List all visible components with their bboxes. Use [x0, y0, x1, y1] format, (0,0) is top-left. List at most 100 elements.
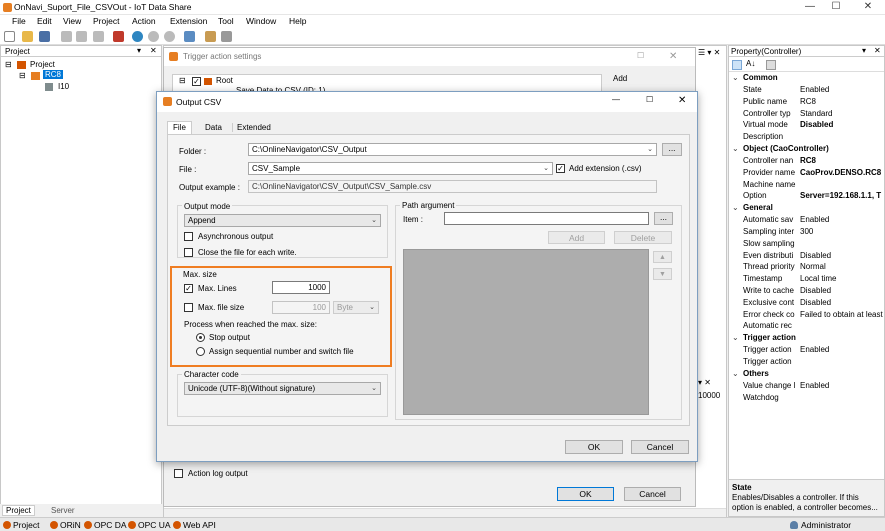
- trigger-ok-button[interactable]: OK: [557, 487, 614, 501]
- property-pin-icon[interactable]: ▾: [862, 46, 866, 55]
- trigger-cancel-button[interactable]: Cancel: [624, 487, 681, 501]
- max-lines-checkbox[interactable]: ✓: [184, 284, 193, 293]
- paste-icon[interactable]: [93, 31, 104, 42]
- status-project[interactable]: Project: [3, 520, 39, 530]
- minimize-icon[interactable]: —: [800, 1, 820, 12]
- property-row[interactable]: Description: [730, 132, 885, 144]
- menu-view[interactable]: View: [63, 16, 81, 26]
- record-icon[interactable]: [164, 31, 175, 42]
- property-row[interactable]: Automatic rec: [730, 321, 885, 333]
- property-row[interactable]: Controller nan RC8: [730, 156, 885, 168]
- status-opc-ua[interactable]: OPC UA: [128, 520, 171, 530]
- tab-project[interactable]: Project: [2, 505, 35, 516]
- property-pages-icon[interactable]: [766, 60, 776, 70]
- property-category[interactable]: ⌄ Object (CaoController): [730, 144, 885, 156]
- tool-icon[interactable]: [205, 31, 216, 42]
- horizontal-scrollbar[interactable]: [164, 508, 726, 517]
- property-row[interactable]: Exclusive cont Disabled: [730, 298, 885, 310]
- property-row[interactable]: Machine name: [730, 180, 885, 192]
- property-category[interactable]: ⌄ Others: [730, 369, 885, 381]
- tree-controller[interactable]: RC8: [43, 70, 64, 79]
- tree-expander-rc8[interactable]: ⊟: [19, 71, 26, 80]
- folder-select[interactable]: C:\OnlineNavigator\CSV_Output ⌄: [248, 143, 657, 156]
- property-row[interactable]: Timestamp Local time: [730, 274, 885, 286]
- categorized-icon[interactable]: [732, 60, 742, 70]
- maximize-icon[interactable]: ☐: [826, 1, 846, 12]
- property-close-icon[interactable]: ✕: [874, 46, 881, 55]
- add-extension-checkbox[interactable]: ✓: [556, 164, 565, 173]
- tab-file[interactable]: File: [167, 121, 192, 134]
- close-each-write-checkbox[interactable]: [184, 248, 193, 257]
- property-row[interactable]: Trigger action: [730, 357, 885, 369]
- output-mode-select[interactable]: Append ⌄: [184, 214, 381, 227]
- csv-cancel-button[interactable]: Cancel: [631, 440, 689, 454]
- expand-arrow-icon[interactable]: ⌄: [732, 73, 739, 82]
- charset-select[interactable]: Unicode (UTF-8)(Without signature) ⌄: [184, 382, 381, 395]
- menu-extension[interactable]: Extension: [170, 16, 207, 26]
- max-lines-input[interactable]: 1000: [272, 281, 330, 294]
- action-log-checkbox[interactable]: [174, 469, 183, 478]
- tree-expander[interactable]: ⊟: [5, 60, 12, 69]
- property-row[interactable]: Provider name CaoProv.DENSO.RC8: [730, 168, 885, 180]
- pin-icon[interactable]: ▾: [137, 46, 141, 55]
- menu-edit[interactable]: Edit: [37, 16, 52, 26]
- cut-icon[interactable]: [61, 31, 72, 42]
- property-row[interactable]: Virtual mode Disabled: [730, 120, 885, 132]
- property-row[interactable]: Thread priority Normal: [730, 262, 885, 274]
- async-output-checkbox[interactable]: [184, 232, 193, 241]
- property-row[interactable]: Automatic sav Enabled: [730, 215, 885, 227]
- path-add-button[interactable]: Add: [548, 231, 605, 244]
- property-category[interactable]: ⌄ General: [730, 203, 885, 215]
- max-file-size-input[interactable]: 100: [272, 301, 330, 314]
- tab-data[interactable]: Data: [201, 123, 226, 132]
- expand-arrow-icon[interactable]: ⌄: [732, 144, 739, 153]
- csv-minimize-icon[interactable]: —: [612, 95, 620, 104]
- move-up-button[interactable]: ▲: [653, 251, 672, 263]
- folder-browse-button[interactable]: ...: [662, 143, 682, 156]
- move-down-button[interactable]: ▼: [653, 268, 672, 280]
- property-row[interactable]: Public name RC8: [730, 97, 885, 109]
- tree-root-label[interactable]: Root: [216, 76, 233, 85]
- max-file-size-checkbox[interactable]: [184, 303, 193, 312]
- expand-arrow-icon[interactable]: ⌄: [732, 369, 739, 378]
- csv-close-icon[interactable]: ✕: [678, 95, 686, 106]
- property-row[interactable]: Controller typ Standard: [730, 109, 885, 121]
- tree-root[interactable]: Project: [30, 60, 55, 69]
- csv-maximize-icon[interactable]: ☐: [646, 95, 653, 104]
- property-row[interactable]: Watchdog: [730, 393, 885, 405]
- menu-help[interactable]: Help: [289, 16, 306, 26]
- file-size-unit-select[interactable]: Byte ⌄: [333, 301, 379, 314]
- pane-lower-controls[interactable]: ▾ ✕: [698, 378, 711, 387]
- open-folder-icon[interactable]: [22, 31, 33, 42]
- menu-project[interactable]: Project: [93, 16, 119, 26]
- tree-collapse-icon[interactable]: ⊟: [179, 76, 186, 85]
- tree-child[interactable]: I10: [58, 82, 69, 91]
- sort-alpha-icon[interactable]: A↓: [746, 59, 755, 68]
- close-icon[interactable]: ✕: [858, 1, 878, 12]
- pause-icon[interactable]: [148, 31, 159, 42]
- root-checkbox[interactable]: ✓: [192, 77, 201, 86]
- property-row[interactable]: Error check co Failed to obtain at least: [730, 310, 885, 322]
- status-orin[interactable]: ORiN: [50, 520, 81, 530]
- property-row[interactable]: Option Server=192.168.1.1, T: [730, 191, 885, 203]
- menu-window[interactable]: Window: [246, 16, 276, 26]
- menu-tool[interactable]: Tool: [218, 16, 234, 26]
- menu-action[interactable]: Action: [132, 16, 156, 26]
- path-argument-list[interactable]: [403, 249, 649, 415]
- stop-output-radio[interactable]: [196, 333, 205, 342]
- trigger-close-icon[interactable]: ✕: [669, 51, 677, 62]
- property-category[interactable]: ⌄ Common: [730, 73, 885, 85]
- property-row[interactable]: Trigger action Enabled: [730, 345, 885, 357]
- tab-extended[interactable]: Extended: [232, 123, 275, 132]
- tab-server[interactable]: Server: [48, 506, 78, 515]
- property-category[interactable]: ⌄ Trigger action: [730, 333, 885, 345]
- csv-ok-button[interactable]: OK: [565, 440, 623, 454]
- monitor-icon[interactable]: [184, 31, 195, 42]
- property-row[interactable]: Sampling inter 300: [730, 227, 885, 239]
- property-row[interactable]: Value change l Enabled: [730, 381, 885, 393]
- menu-file[interactable]: File: [12, 16, 26, 26]
- play-icon[interactable]: [132, 31, 143, 42]
- save-icon[interactable]: [39, 31, 50, 42]
- item-input[interactable]: [444, 212, 649, 225]
- property-row[interactable]: Slow sampling: [730, 239, 885, 251]
